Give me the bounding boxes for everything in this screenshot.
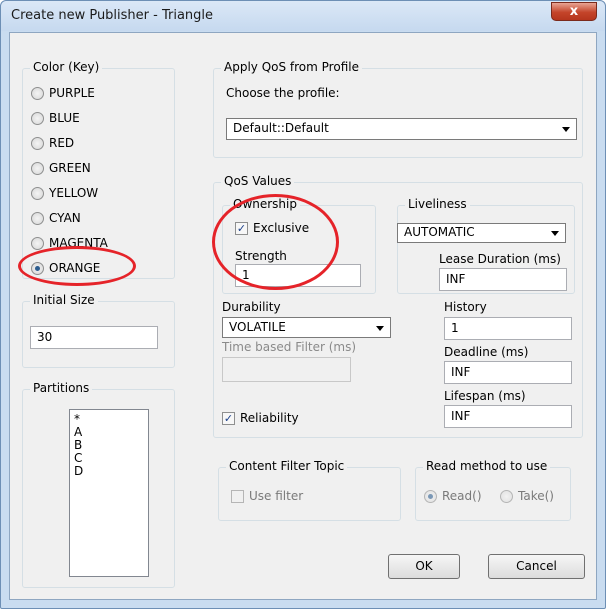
deadline-input[interactable]: INF (444, 361, 572, 384)
color-radio-purple[interactable]: PURPLE (31, 86, 95, 100)
radio-icon (31, 86, 44, 100)
radio-icon (500, 489, 513, 503)
chevron-down-icon (562, 127, 570, 132)
color-key-group: Color (Key) PURPLE BLUE RED GREEN YELLOW… (22, 60, 175, 279)
window-title: Create new Publisher - Triangle (11, 8, 214, 23)
qos-profile-group: Apply QoS from Profile Choose the profil… (213, 60, 583, 158)
list-item[interactable]: C (74, 452, 144, 465)
content-filter-group: Content Filter Topic Use filter (218, 459, 401, 521)
dialog-body: Color (Key) PURPLE BLUE RED GREEN YELLOW… (9, 32, 597, 600)
use-filter-checkbox[interactable]: Use filter (231, 489, 303, 503)
lifespan-input[interactable]: INF (444, 405, 572, 428)
lease-duration-label: Lease Duration (ms) (439, 252, 561, 266)
checkmark-icon: ✓ (222, 411, 235, 425)
history-label: History (444, 300, 487, 314)
strength-label: Strength (235, 249, 287, 263)
dialog-window: Create new Publisher - Triangle x Color … (0, 0, 606, 609)
initial-size-input[interactable]: 30 (30, 326, 158, 349)
liveliness-group: Liveliness AUTOMATIC Lease Duration (ms)… (397, 197, 575, 294)
liveliness-select[interactable]: AUTOMATIC (397, 223, 566, 243)
history-input[interactable]: 1 (444, 317, 572, 340)
radio-selected-icon (424, 489, 437, 503)
color-radio-cyan[interactable]: CYAN (31, 211, 81, 225)
color-radio-red[interactable]: RED (31, 136, 74, 150)
profile-select[interactable]: Default::Default (226, 118, 577, 140)
qos-values-legend: QoS Values (221, 174, 295, 188)
title-bar[interactable]: Create new Publisher - Triangle x (1, 1, 605, 31)
lifespan-label: Lifespan (ms) (444, 389, 526, 403)
chevron-down-icon (551, 231, 559, 236)
qos-profile-legend: Apply QoS from Profile (221, 60, 362, 74)
liveliness-legend: Liveliness (405, 197, 470, 211)
choose-profile-label: Choose the profile: (226, 86, 340, 100)
radio-selected-icon (31, 261, 44, 275)
ownership-legend: Ownership (230, 197, 300, 211)
color-radio-magenta[interactable]: MAGENTA (31, 236, 108, 250)
read-method-legend: Read method to use (423, 459, 551, 473)
radio-icon (31, 236, 44, 250)
partitions-listbox[interactable]: * A B C D (69, 409, 149, 577)
read-radio[interactable]: Read() (424, 489, 482, 503)
list-item[interactable]: * (74, 413, 144, 426)
color-radio-green[interactable]: GREEN (31, 161, 91, 175)
color-key-legend: Color (Key) (30, 60, 103, 74)
initial-size-legend: Initial Size (30, 293, 98, 307)
radio-icon (31, 211, 44, 225)
initial-size-group: Initial Size 30 (22, 293, 175, 368)
color-radio-blue[interactable]: BLUE (31, 111, 80, 125)
chevron-down-icon (376, 325, 384, 331)
read-method-group: Read method to use Read() Take() (415, 459, 571, 521)
close-button[interactable]: x (551, 2, 597, 21)
lease-duration-input[interactable]: INF (439, 268, 567, 291)
strength-input[interactable]: 1 (235, 264, 361, 287)
close-icon: x (569, 4, 579, 19)
list-item[interactable]: B (74, 439, 144, 452)
radio-icon (31, 161, 44, 175)
list-item[interactable]: A (74, 426, 144, 439)
list-item[interactable]: D (74, 465, 144, 478)
time-filter-input[interactable] (222, 357, 351, 382)
reliability-checkbox[interactable]: ✓ Reliability (222, 411, 299, 425)
content-filter-legend: Content Filter Topic (226, 459, 348, 473)
exclusive-checkbox[interactable]: ✓ Exclusive (235, 221, 309, 235)
ownership-group: Ownership ✓ Exclusive Strength 1 (222, 197, 376, 294)
take-radio[interactable]: Take() (500, 489, 554, 503)
partitions-legend: Partitions (30, 381, 93, 395)
durability-select[interactable]: VOLATILE (222, 317, 391, 338)
color-radio-yellow[interactable]: YELLOW (31, 186, 98, 200)
cancel-button[interactable]: Cancel (488, 554, 585, 579)
checkbox-icon (231, 489, 244, 503)
radio-icon (31, 186, 44, 200)
ok-button[interactable]: OK (388, 554, 460, 579)
time-filter-label: Time based Filter (ms) (222, 340, 357, 354)
color-radio-orange[interactable]: ORANGE (31, 261, 100, 275)
durability-label: Durability (222, 300, 281, 314)
checkmark-icon: ✓ (235, 221, 248, 235)
radio-icon (31, 136, 44, 150)
deadline-label: Deadline (ms) (444, 345, 529, 359)
qos-values-group: QoS Values Ownership ✓ Exclusive Strengt… (213, 174, 583, 438)
radio-icon (31, 111, 44, 125)
partitions-group: Partitions * A B C D (22, 381, 175, 588)
